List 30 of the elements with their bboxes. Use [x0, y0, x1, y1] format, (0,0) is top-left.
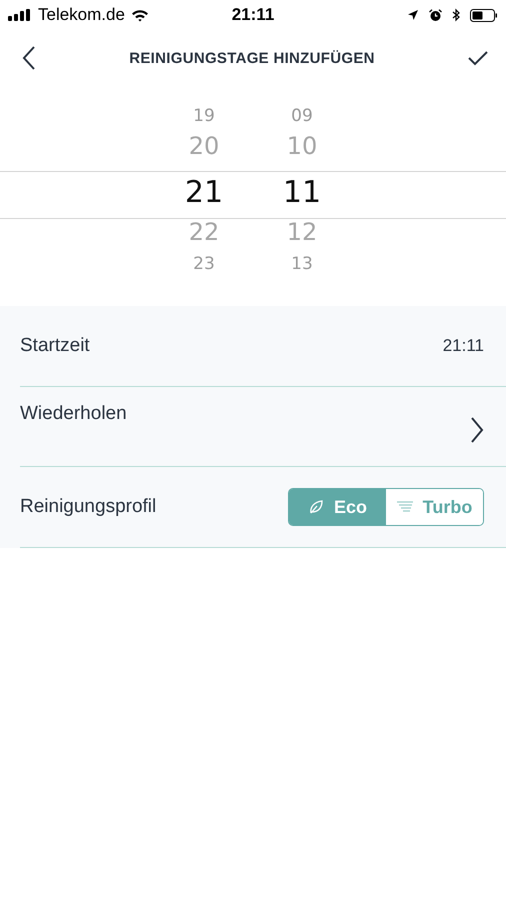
setting-label: Wiederholen: [20, 403, 127, 425]
checkmark-icon: [468, 50, 488, 66]
bluetooth-icon: [452, 8, 460, 22]
picker-value[interactable]: 13: [291, 256, 313, 282]
battery-icon: [470, 8, 498, 22]
picker-value[interactable]: 09: [291, 108, 313, 134]
wind-lines-icon: [396, 501, 413, 513]
picker-value[interactable]: 21: [184, 178, 224, 212]
screen-title: REINIGUNGSTAGE HINZUFÜGEN: [129, 50, 375, 66]
setting-label: Startzeit: [20, 335, 90, 357]
chevron-right-icon[interactable]: [470, 417, 484, 443]
picker-value[interactable]: 23: [193, 256, 215, 282]
chevron-left-icon: [22, 46, 36, 70]
alarm-clock-icon: [429, 8, 442, 22]
setting-label: Reinigungsprofil: [20, 496, 156, 518]
profile-segment[interactable]: Eco: [289, 489, 386, 525]
picker-value[interactable]: 10: [286, 134, 318, 170]
signal-icon: [8, 9, 32, 21]
setting-value: 21:11: [442, 336, 484, 356]
picker-value[interactable]: 12: [286, 220, 318, 256]
picker-value[interactable]: 20: [188, 134, 220, 170]
leaf-icon: [308, 499, 324, 515]
clock-time: 21:11: [232, 5, 274, 25]
carrier-name: Telekom.de: [38, 5, 125, 25]
picker-value[interactable]: 11: [282, 178, 322, 212]
profile-segment[interactable]: Turbo: [386, 489, 483, 525]
wifi-icon: [130, 8, 149, 22]
picker-value[interactable]: 19: [193, 108, 215, 134]
picker-value[interactable]: 22: [188, 220, 220, 256]
location-icon: [407, 9, 419, 21]
